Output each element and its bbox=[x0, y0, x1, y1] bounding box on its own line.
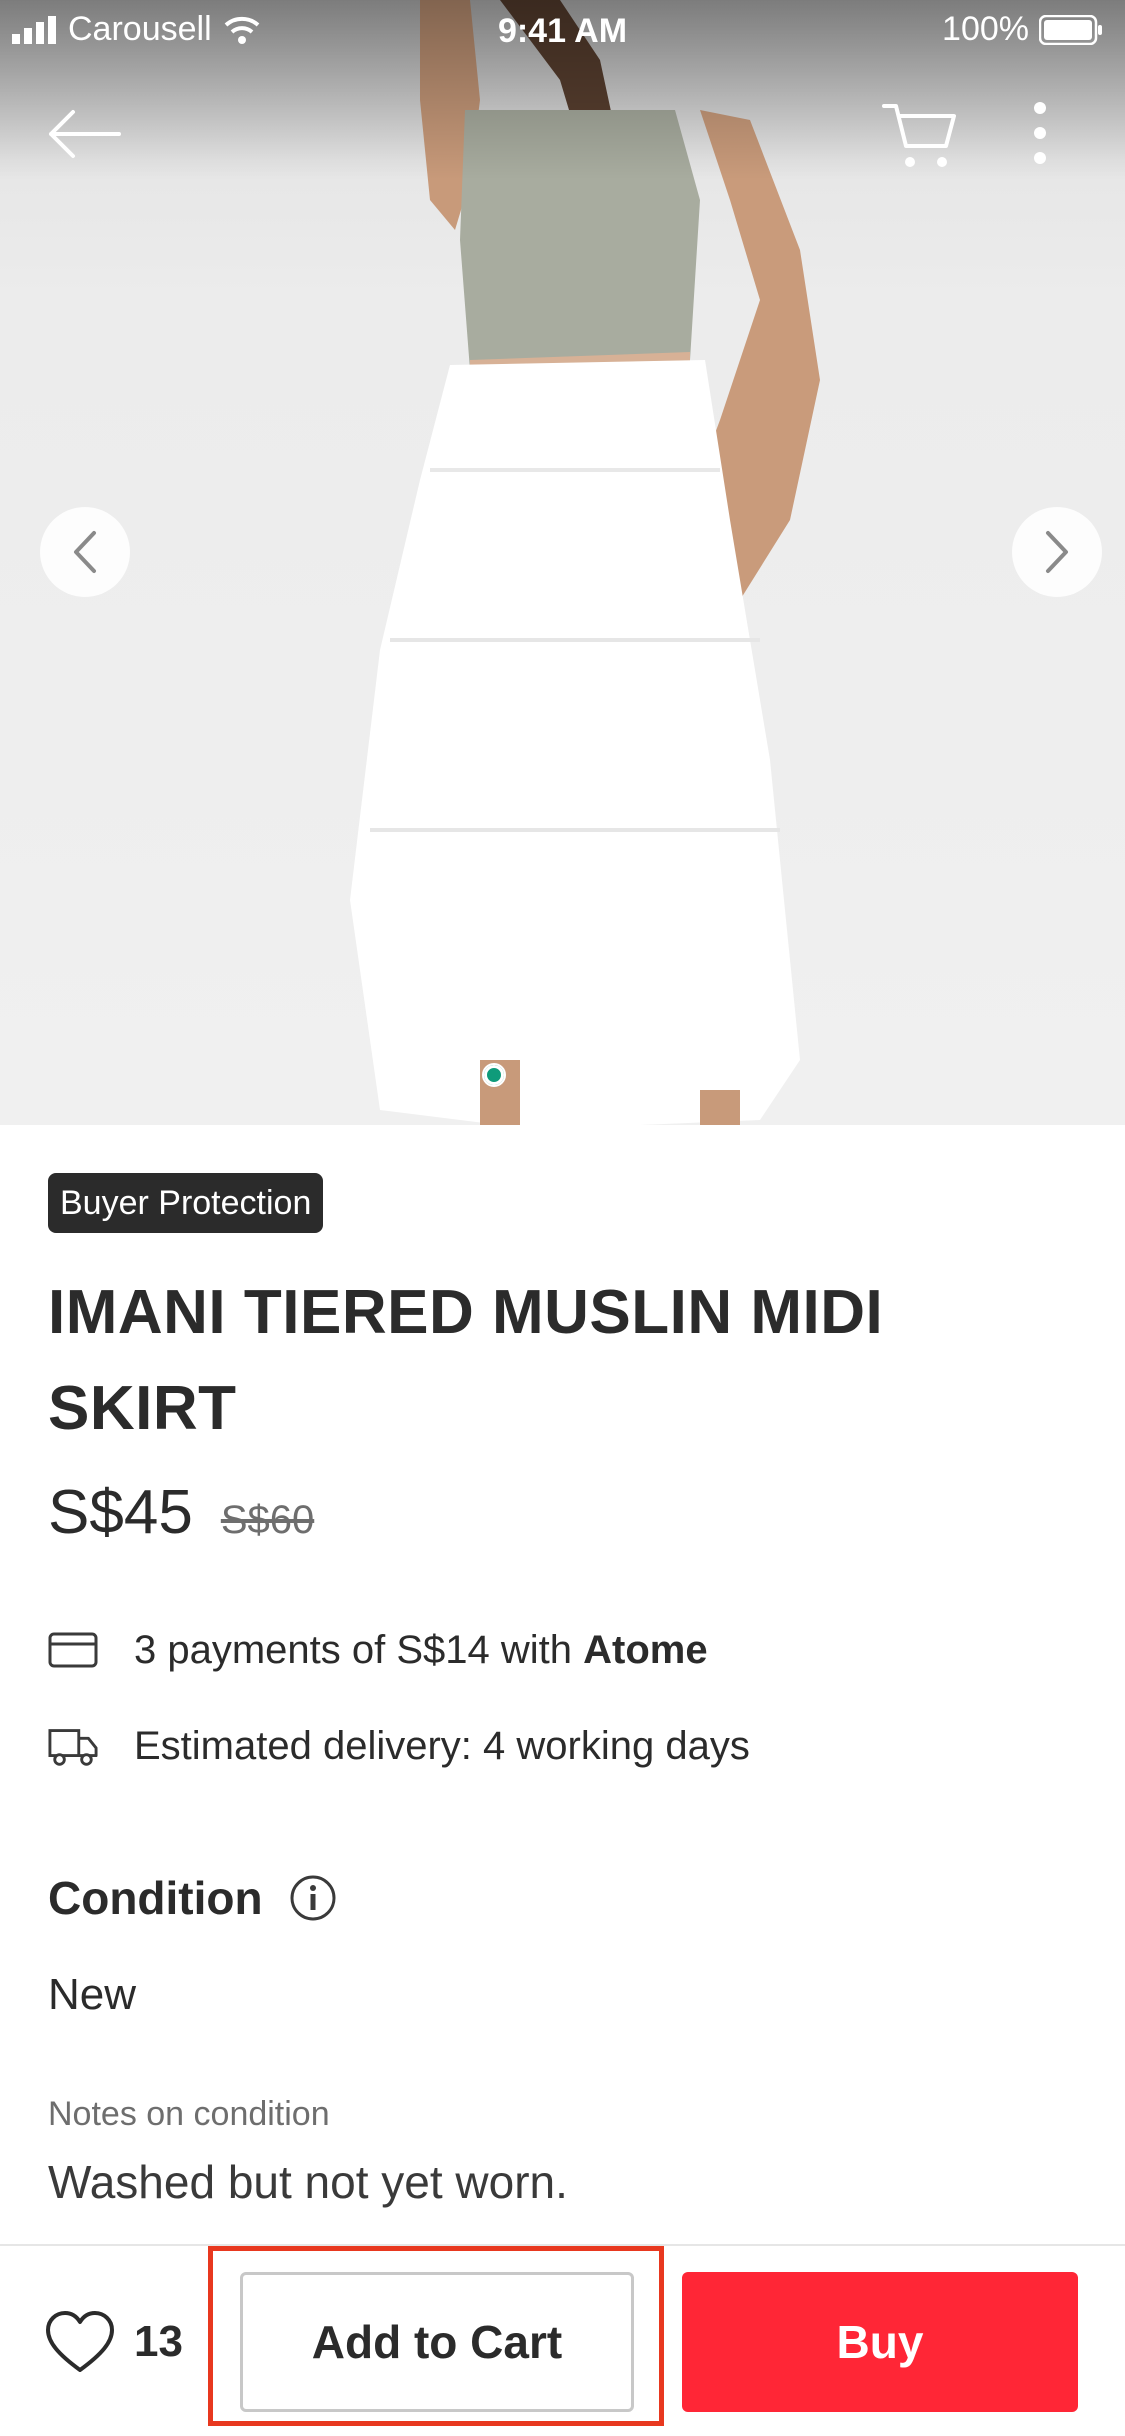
more-options-button[interactable] bbox=[1020, 98, 1060, 168]
original-price: S$60 bbox=[220, 1498, 315, 1542]
condition-notes-label: Notes on condition bbox=[48, 2095, 330, 2133]
info-icon[interactable] bbox=[289, 1874, 337, 1922]
installment-description: 3 payments of S$14 with bbox=[134, 1627, 573, 1672]
cart-icon bbox=[882, 104, 956, 167]
back-arrow-icon bbox=[49, 110, 121, 158]
like-button[interactable]: 13 bbox=[44, 2310, 183, 2374]
price-row: S$45 S$60 bbox=[48, 1477, 314, 1548]
installment-text: 3 payments of S$14 with Atome bbox=[134, 1628, 708, 1673]
add-to-cart-button[interactable]: Add to Cart bbox=[240, 2272, 634, 2412]
next-image-button[interactable] bbox=[1012, 507, 1102, 597]
cart-button[interactable] bbox=[880, 96, 960, 176]
delivery-row: Estimated delivery: 4 working days bbox=[48, 1721, 750, 1771]
more-vertical-icon bbox=[1034, 102, 1046, 164]
status-right: 100% bbox=[942, 10, 1103, 49]
condition-heading-label: Condition bbox=[48, 1872, 263, 1924]
condition-notes-value: Washed but not yet worn. bbox=[48, 2156, 568, 2208]
like-count: 13 bbox=[134, 2317, 183, 2366]
delivery-text: Estimated delivery: 4 working days bbox=[134, 1723, 750, 1768]
carousel-indicators bbox=[0, 1063, 1125, 1087]
delivery-truck-icon bbox=[48, 1721, 98, 1771]
buy-button[interactable]: Buy bbox=[682, 2272, 1078, 2412]
carousel-dot-1[interactable] bbox=[481, 1063, 506, 1087]
battery-icon bbox=[1039, 14, 1102, 45]
battery-percent: 100% bbox=[942, 10, 1029, 48]
credit-card-icon bbox=[48, 1625, 98, 1675]
carousel-dot-3[interactable] bbox=[573, 1063, 598, 1087]
current-price: S$45 bbox=[48, 1478, 193, 1547]
previous-image-button[interactable] bbox=[40, 507, 130, 597]
back-button[interactable] bbox=[44, 104, 124, 164]
product-image-carousel[interactable]: Carousell 9:41 AM 100% bbox=[0, 0, 1125, 1125]
status-bar: Carousell 9:41 AM 100% bbox=[0, 0, 1125, 64]
carousel-dot-2[interactable] bbox=[527, 1063, 552, 1087]
chevron-right-icon bbox=[1046, 531, 1068, 573]
bottom-action-bar: 13 Add to Cart Buy bbox=[0, 2244, 1125, 2436]
heart-icon bbox=[46, 2311, 114, 2372]
installment-row[interactable]: 3 payments of S$14 with Atome bbox=[48, 1625, 708, 1675]
carousel-dot-4[interactable] bbox=[619, 1063, 644, 1087]
chevron-left-icon bbox=[74, 531, 96, 573]
condition-heading: Condition bbox=[48, 1871, 337, 1925]
listing-title: IMANI TIERED MUSLIN MIDI SKIRT bbox=[48, 1278, 884, 1443]
buyer-protection-badge[interactable]: Buyer Protection bbox=[48, 1173, 324, 1233]
condition-value: New bbox=[48, 1970, 137, 2019]
installment-provider: Atome bbox=[583, 1627, 708, 1672]
